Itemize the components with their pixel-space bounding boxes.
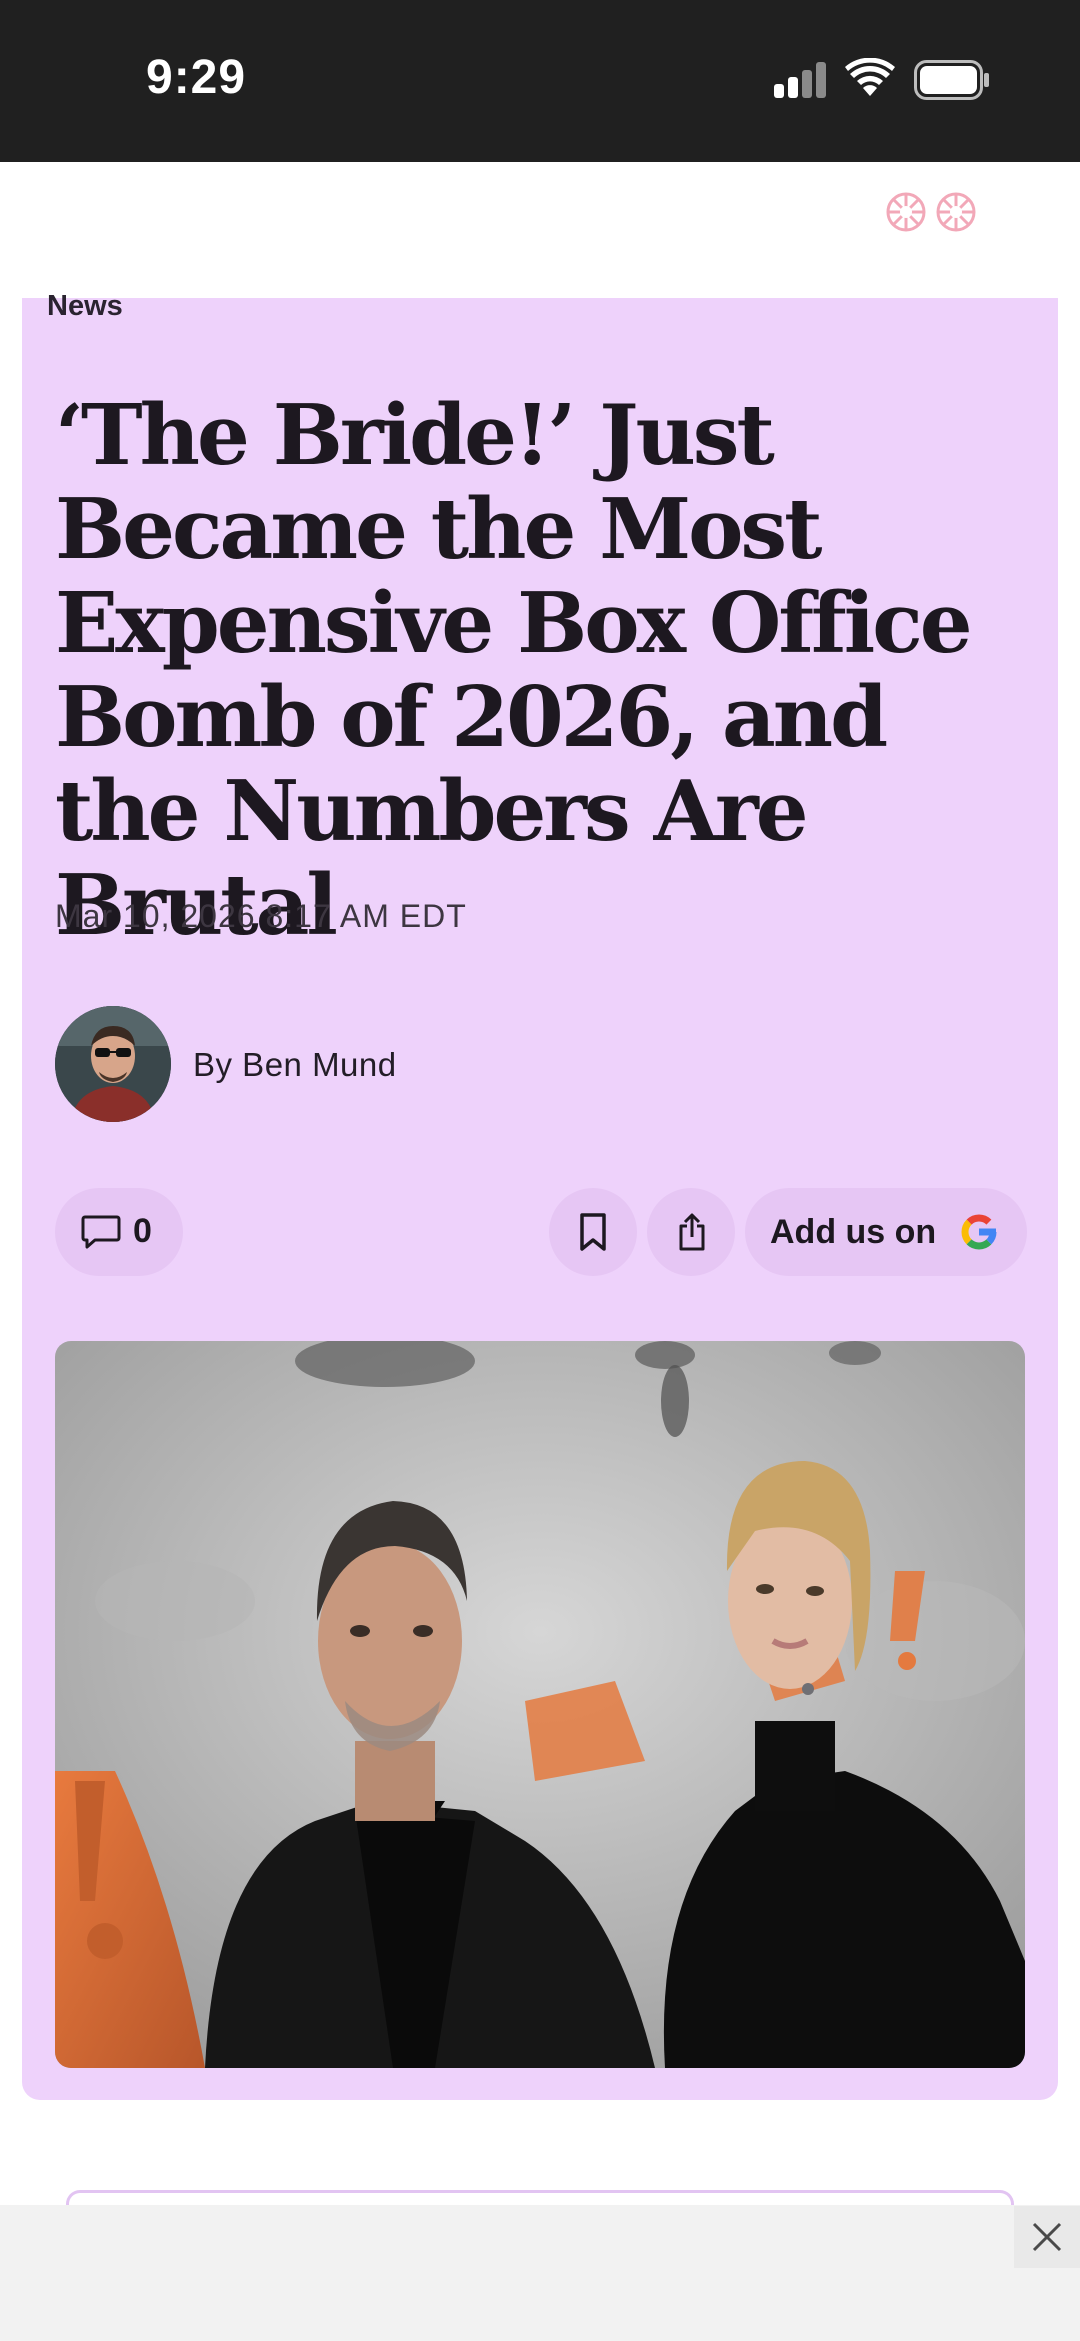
add-us-on-google-button[interactable]: Add us on (745, 1188, 1027, 1276)
wifi-icon (845, 58, 895, 96)
article-card: News ‘The Bride!’ Just Became the Most E… (22, 290, 1058, 2100)
close-icon (1032, 2222, 1062, 2252)
ad-close-button[interactable] (1014, 2206, 1080, 2268)
article-headline: ‘The Bride!’ Just Became the Most Expens… (55, 386, 973, 954)
battery-icon (914, 60, 989, 100)
status-bar: 9:29 (0, 0, 1080, 162)
hero-image[interactable] (55, 1341, 1025, 2068)
comments-button[interactable]: 0 (55, 1188, 183, 1276)
author-name[interactable]: By Ben Mund (193, 1046, 397, 1084)
site-header (0, 162, 1080, 298)
comment-icon (81, 1215, 121, 1249)
author-avatar[interactable] (55, 1006, 171, 1122)
flower-logo-icon[interactable] (934, 190, 978, 234)
add-us-label: Add us on (770, 1213, 937, 1251)
google-icon (961, 1214, 997, 1250)
signal-icon (774, 62, 826, 98)
publish-date: Mar 10, 2026 8:17 AM EDT (55, 898, 467, 934)
bookmark-icon (580, 1213, 606, 1251)
category-label[interactable]: News (47, 290, 123, 323)
flower-logo-icon[interactable] (884, 190, 928, 234)
share-icon (679, 1213, 705, 1251)
status-time: 9:29 (146, 51, 247, 104)
comment-count: 0 (133, 1212, 152, 1250)
bookmark-button[interactable] (549, 1188, 637, 1276)
share-button[interactable] (647, 1188, 735, 1276)
ad-banner[interactable] (0, 2205, 1080, 2341)
